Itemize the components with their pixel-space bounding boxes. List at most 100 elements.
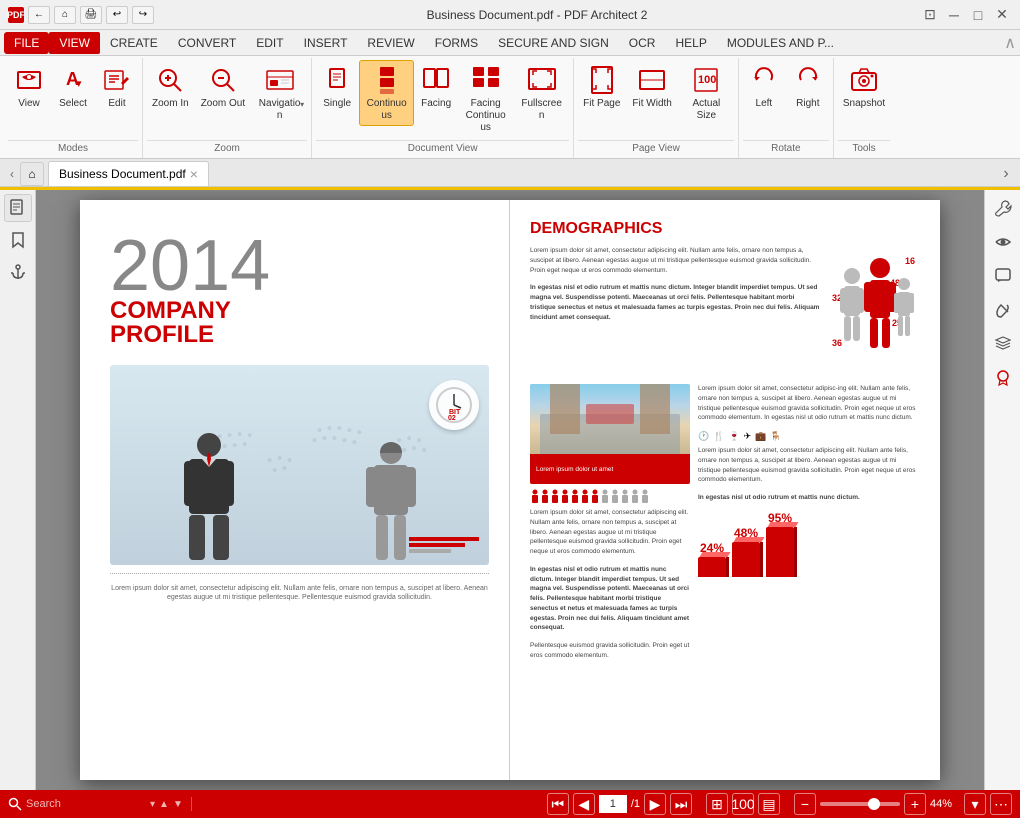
single-btn[interactable]: Single [316,60,358,114]
menu-view[interactable]: VIEW [49,32,100,54]
fit-page-btn[interactable]: Fit Page [578,60,625,114]
zoom-out-btn[interactable]: Zoom Out [196,60,250,114]
print-btn[interactable]: 🖨 [80,6,102,24]
last-page-btn[interactable]: ⏭ [670,793,692,815]
navigation-btn[interactable]: Navigation ▾ [252,60,307,126]
menu-review[interactable]: REVIEW [357,32,424,54]
sidebar-bookmark-btn[interactable] [4,226,32,254]
right-eye-btn[interactable] [989,228,1017,256]
menu-ocr[interactable]: OCR [619,32,666,54]
search-down-arrow[interactable]: ▼ [173,799,183,810]
ribbon-group-modes: View A ▾ Select [4,58,143,158]
rotate-right-btn[interactable]: Right [787,60,829,114]
select-btn[interactable]: A ▾ Select [52,60,94,114]
ribbon-group-zoom: Zoom In Zoom Out [143,58,312,158]
zoom-slider[interactable] [820,802,900,806]
right-comment-btn[interactable] [989,262,1017,290]
edit-btn[interactable]: Edit [96,60,138,114]
zoom-in-status-btn[interactable]: + [904,793,926,815]
single-view-btn[interactable]: ▤ [758,793,780,815]
zoom-slider-thumb [868,798,880,810]
rotate-label: Rotate [743,140,829,156]
search-input[interactable] [26,798,146,810]
tab-home-btn[interactable]: ⌂ [20,162,44,186]
actual-size-btn[interactable]: 100 Actual Size [679,60,734,126]
fit-width-btn[interactable]: Fit Width [627,60,676,114]
menu-modules[interactable]: MODULES AND P... [717,32,844,54]
title-bar-controls: ⊡ ─ □ ✕ [920,5,1012,25]
zoom-level: 44% [930,798,960,810]
menu-help[interactable]: HELP [665,32,716,54]
tab-scroll-left[interactable]: ‹ [4,162,20,186]
doc-area[interactable]: 2014 COMPANY PROFILE [36,190,984,790]
title-bar: PDF ← ⌂ 🖨 ↩ ↪ Business Document.pdf - PD… [0,0,1020,30]
wrench-icon [994,199,1012,217]
right-layers-btn[interactable] [989,330,1017,358]
restore-btn[interactable]: ⊡ [920,5,940,25]
layers-icon [994,335,1012,353]
ribbon-group-tools: Snapshot Tools [834,58,894,158]
first-page-btn[interactable]: ⏮ [547,793,569,815]
view-icon [13,64,45,96]
sidebar-anchor-btn[interactable] [4,258,32,286]
right-text-column: Lorem ipsum dolor sit amet, consectetur … [698,384,920,669]
fit-width-icon [636,64,668,96]
pageview-label: Page View [578,140,734,156]
search-up-arrow[interactable]: ▲ [159,799,169,810]
redo-btn[interactable]: ↪ [132,6,154,24]
rotate-left-icon [748,64,780,96]
right-bottom-text: Lorem ipsum dolor sit amet, consectetur … [698,446,920,485]
zoom-out-status-btn[interactable]: − [794,793,816,815]
search-dropdown-arrow[interactable]: ▾ [150,799,155,810]
zoom-in-btn[interactable]: Zoom In [147,60,194,114]
menu-file[interactable]: FILE [4,32,49,54]
view-btn[interactable]: View [8,60,50,114]
clock-icon: 🕐 [698,431,709,442]
right-award-btn[interactable] [989,364,1017,392]
rotate-left-btn[interactable]: Left [743,60,785,114]
right-tools-btn[interactable] [989,194,1017,222]
close-btn[interactable]: ✕ [992,5,1012,25]
menu-create[interactable]: CREATE [100,32,168,54]
snapshot-btn[interactable]: Snapshot [838,60,890,114]
tools-label: Tools [838,140,890,156]
stat24-bar [698,557,726,577]
zoom-dropdown-btn[interactable]: ▾ [964,793,986,815]
company-title-line2: PROFILE [110,321,489,350]
tab-close-btn[interactable]: × [190,166,198,182]
minimize-btn[interactable]: ─ [944,5,964,25]
right-paperclip-btn[interactable] [989,296,1017,324]
facing-btn[interactable]: Facing [415,60,457,114]
actual-view-btn[interactable]: 100 [732,793,754,815]
next-page-btn[interactable]: ▶ [644,793,666,815]
home-btn[interactable]: ⌂ [54,6,76,24]
fullscreen-btn[interactable]: Fullscreen [514,60,569,126]
status-bar: ▾ ▲ ▼ ⏮ ◀ /1 ▶ ⏭ ⊞ 100 ▤ − + 44% ▾ ⋯ [0,790,1020,818]
fit-view-btn[interactable]: ⊞ [706,793,728,815]
maximize-btn[interactable]: □ [968,5,988,25]
facing-continuous-btn[interactable]: Facing Continuous [458,60,513,138]
document-tab[interactable]: Business Document.pdf × [48,161,209,186]
page-number-input[interactable] [599,795,627,813]
zoom-in-icon [154,64,186,96]
menu-insert[interactable]: INSERT [294,32,358,54]
back-btn[interactable]: ← [28,6,50,24]
pdf-spread: 2014 COMPANY PROFILE [80,200,940,780]
modes-label: Modes [8,140,138,156]
more-options-btn[interactable]: ⋯ [990,793,1012,815]
undo-btn[interactable]: ↩ [106,6,128,24]
menu-secure[interactable]: SECURE AND SIGN [488,32,619,54]
menu-convert[interactable]: CONVERT [168,32,246,54]
menu-forms[interactable]: FORMS [425,32,488,54]
sidebar-pages-btn[interactable] [4,194,32,222]
tab-expand-btn[interactable]: › [996,162,1016,186]
prev-page-btn[interactable]: ◀ [573,793,595,815]
facing-icon [420,64,452,96]
ribbon: View A ▾ Select [0,56,1020,159]
continuous-btn[interactable]: Continuous [359,60,414,126]
ribbon-collapse-btn[interactable]: ∧ [1004,33,1016,53]
menu-edit[interactable]: EDIT [246,32,293,54]
demographics-section: Lorem ipsum dolor sit amet, consectetur … [530,246,920,376]
right-column-text: Lorem ipsum dolor sit amet, consectetur … [698,384,920,423]
menu-bar: FILE VIEW CREATE CONVERT EDIT INSERT REV… [0,30,1020,56]
